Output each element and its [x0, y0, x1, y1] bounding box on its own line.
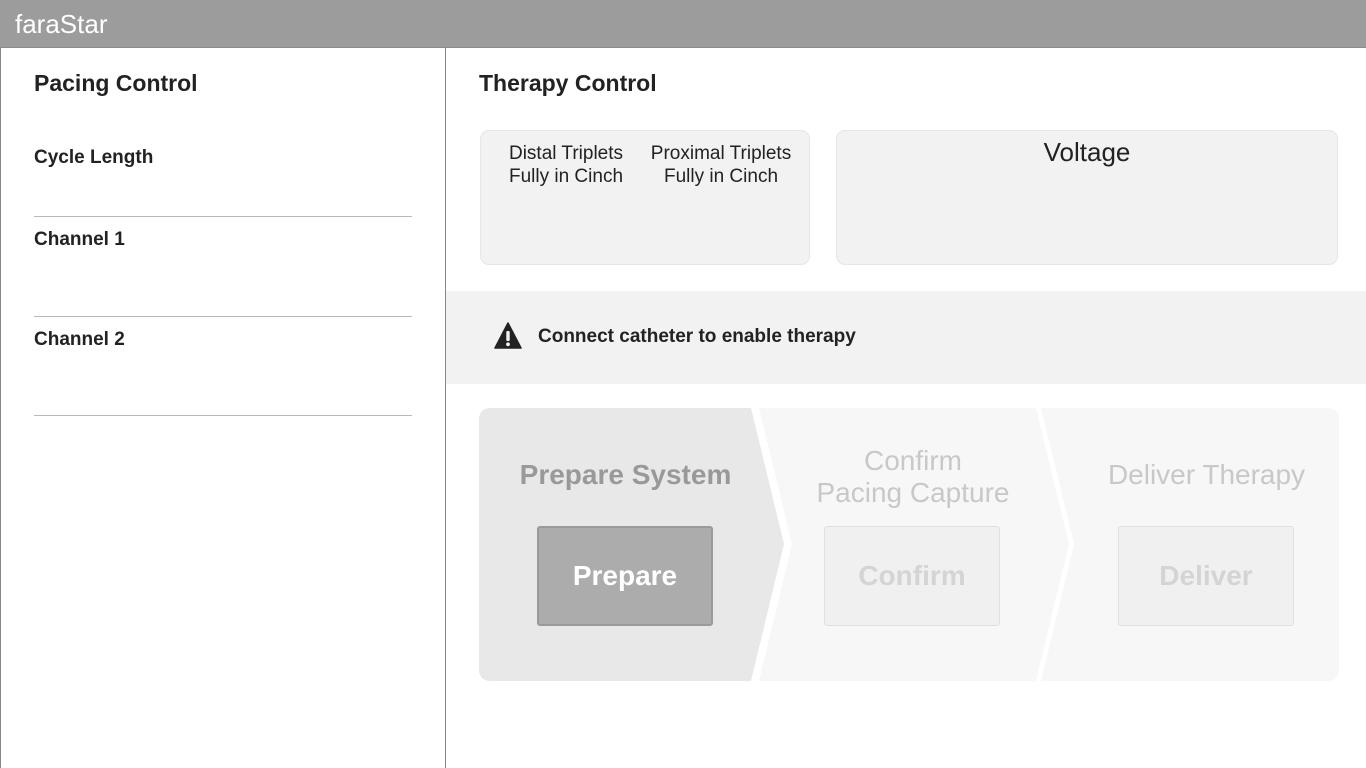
deliver-button[interactable]: Deliver — [1118, 526, 1294, 626]
channel-2-label: Channel 2 — [34, 329, 125, 350]
alert-text: Connect catheter to enable therapy — [538, 326, 856, 347]
therapy-control-title: Therapy Control — [479, 70, 657, 96]
distal-triplets-status: Distal Triplets Fully in Cinch — [486, 142, 646, 188]
pacing-control-panel: Pacing Control Cycle Length Channel 1 Ch… — [0, 48, 446, 768]
confirm-pacing-capture-title: Confirm Pacing Capture — [777, 445, 1049, 509]
alert-banner: Connect catheter to enable therapy — [446, 291, 1366, 384]
title-bar: faraStar — [0, 0, 1366, 48]
app-title: faraStar — [15, 9, 108, 39]
voltage-label: Voltage — [1043, 137, 1131, 167]
confirm-title-line1: Confirm — [863, 445, 962, 476]
prepare-system-title: Prepare System — [479, 459, 772, 491]
voltage-card: Voltage — [836, 130, 1338, 265]
cycle-length-divider — [34, 216, 412, 217]
cycle-length-label: Cycle Length — [34, 147, 154, 168]
proximal-triplets-status: Proximal Triplets Fully in Cinch — [641, 142, 801, 188]
warning-icon — [494, 322, 522, 349]
proximal-triplets-line1: Proximal Triplets — [650, 143, 792, 164]
confirm-title-line2: Pacing Capture — [816, 477, 1010, 508]
deliver-therapy-title: Deliver Therapy — [1059, 459, 1354, 491]
channel-2-divider — [34, 415, 412, 416]
confirm-button[interactable]: Confirm — [824, 526, 1000, 626]
triplets-status-card: Distal Triplets Fully in Cinch Proximal … — [480, 130, 810, 265]
pacing-control-title: Pacing Control — [34, 70, 198, 96]
deliver-therapy-title-text: Deliver Therapy — [1107, 459, 1306, 490]
distal-triplets-line1: Distal Triplets — [508, 143, 624, 164]
proximal-triplets-line2: Fully in Cinch — [663, 166, 779, 187]
channel-1-divider — [34, 316, 412, 317]
therapy-steps: Prepare System Prepare Confirm Pacing Ca… — [479, 408, 1339, 681]
prepare-button[interactable]: Prepare — [537, 526, 713, 626]
distal-triplets-line2: Fully in Cinch — [508, 166, 624, 187]
channel-1-label: Channel 1 — [34, 229, 125, 250]
prepare-system-title-text: Prepare System — [519, 459, 732, 490]
